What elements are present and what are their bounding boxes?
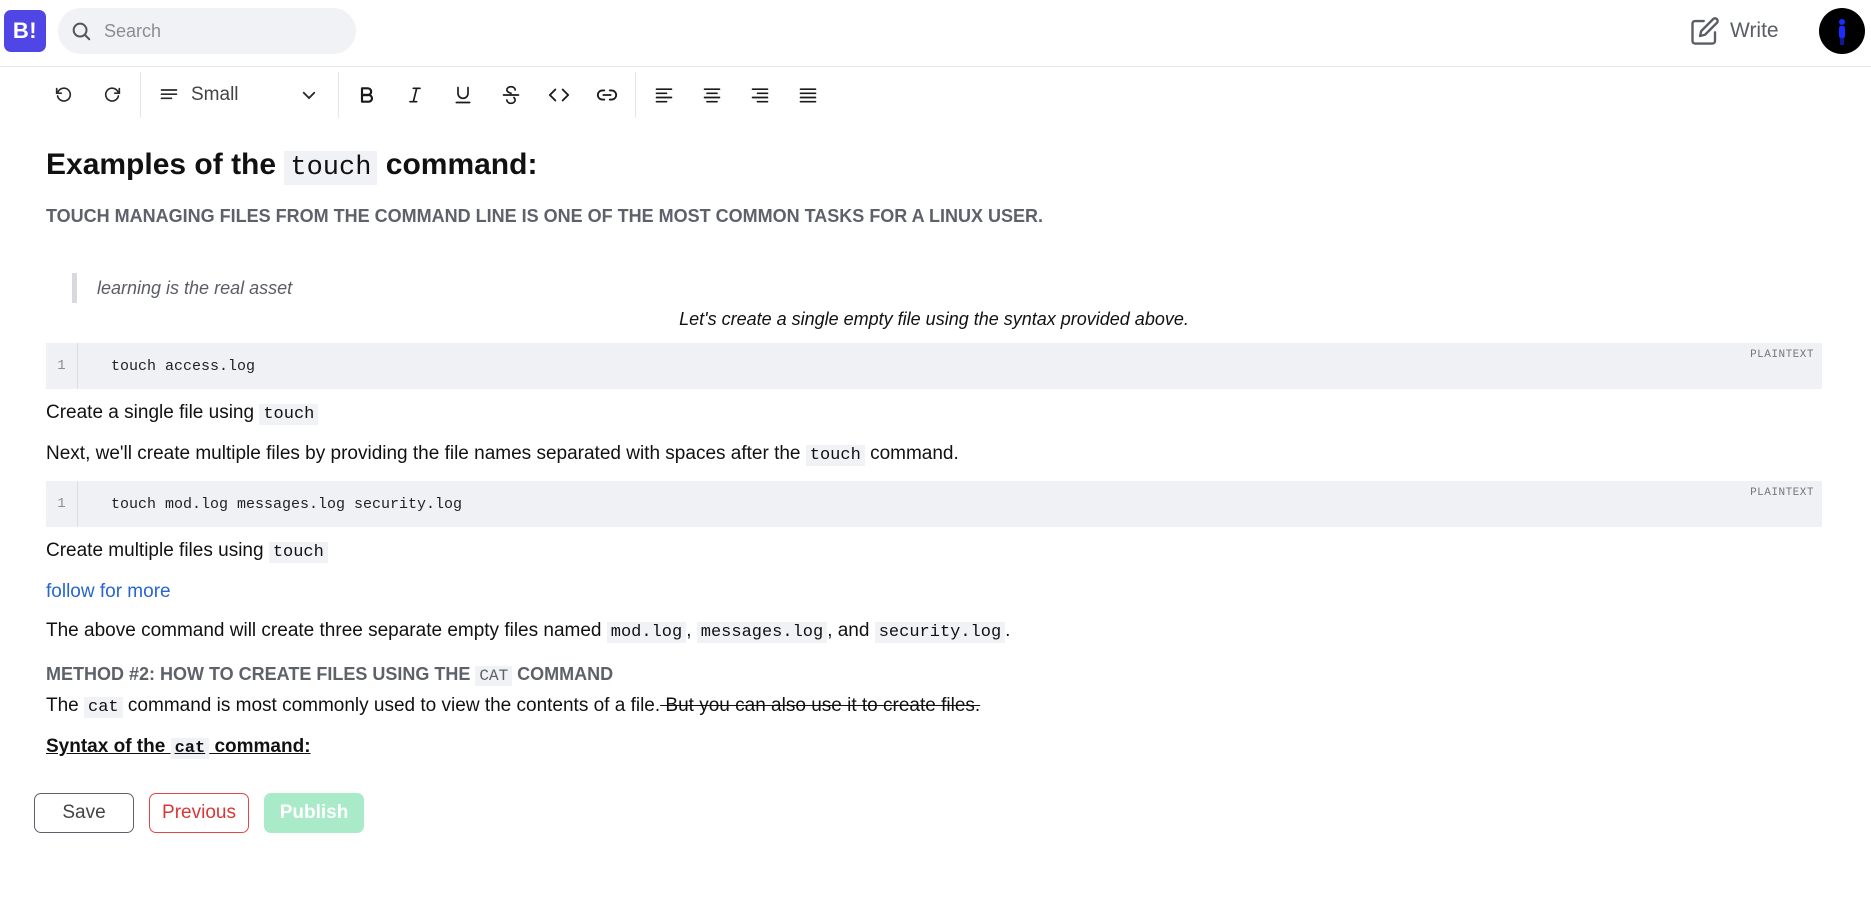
method-heading: METHOD #2: HOW TO CREATE FILES USING THE… — [46, 662, 1822, 688]
paragraph-size-icon — [160, 89, 178, 100]
syntax-heading-text: command: — [209, 736, 311, 757]
redo-button[interactable] — [88, 71, 136, 119]
search-box[interactable] — [58, 8, 356, 54]
previous-button[interactable]: Previous — [149, 793, 249, 833]
syntax-heading-text: Syntax of the — [46, 736, 171, 757]
align-justify-icon — [799, 88, 817, 103]
underline-button[interactable] — [439, 71, 487, 119]
inline-code: CAT — [475, 666, 513, 686]
write-label: Write — [1730, 19, 1779, 42]
undo-icon — [55, 87, 72, 102]
heading-text: command: — [377, 148, 538, 181]
paragraph-text: The — [46, 695, 85, 716]
align-right-icon — [751, 88, 769, 103]
user-avatar[interactable] — [1819, 8, 1865, 54]
paragraph-text: command is most commonly used to view th… — [122, 695, 661, 716]
centered-italic-text: Let's create a single empty file using t… — [679, 309, 1189, 329]
paragraph-text: Next, we'll create multiple files by pro… — [46, 443, 806, 464]
align-center-icon — [703, 88, 721, 103]
inline-code: touch — [805, 445, 865, 466]
link-button[interactable] — [583, 71, 631, 119]
code-block[interactable]: 1 touch access.log PLAINTEXT — [46, 343, 1822, 389]
follow-link[interactable]: follow for more — [46, 581, 171, 602]
line-number: 1 — [46, 481, 78, 527]
strikethrough-button[interactable] — [487, 71, 535, 119]
publish-button[interactable]: Publish — [264, 793, 364, 833]
app-logo[interactable]: B! — [4, 10, 46, 52]
paragraph-text: The above command will create three sepa… — [46, 620, 607, 641]
italic-button[interactable] — [391, 71, 439, 119]
inline-code: cat — [170, 738, 210, 759]
code-icon — [548, 88, 570, 102]
code-language-label: PLAINTEXT — [1750, 349, 1814, 361]
heading-inline-code: touch — [284, 151, 378, 185]
code-block[interactable]: 1 touch mod.log messages.log security.lo… — [46, 481, 1822, 527]
toolbar-divider — [338, 72, 339, 118]
inline-code: touch — [259, 404, 319, 425]
line-number: 1 — [46, 343, 78, 389]
paragraph: follow for more — [46, 580, 1822, 604]
method-heading-text: METHOD #2: HOW TO CREATE FILES USING THE — [46, 664, 476, 684]
bold-icon — [360, 87, 373, 103]
write-button[interactable]: Write — [1690, 12, 1779, 50]
blockquote: learning is the real asset — [72, 273, 1822, 303]
avatar-figure-icon — [1839, 19, 1845, 45]
inline-code: cat — [84, 697, 123, 718]
editor-toolbar: Small — [40, 70, 832, 120]
code-language-label: PLAINTEXT — [1750, 487, 1814, 499]
heading: Examples of the touch command: — [46, 140, 1822, 190]
toolbar-divider — [140, 72, 141, 118]
align-center-button[interactable] — [688, 71, 736, 119]
method-heading-text: COMMAND — [512, 664, 614, 684]
strikethrough-icon — [502, 85, 520, 105]
undo-button[interactable] — [40, 71, 88, 119]
paragraph: Create multiple files using touch — [46, 539, 1822, 565]
align-justify-button[interactable] — [784, 71, 832, 119]
inline-code: touch — [268, 542, 328, 563]
italic-icon — [409, 87, 421, 103]
edit-icon — [1691, 17, 1719, 45]
paragraph: The cat command is most commonly used to… — [46, 694, 1822, 720]
link-icon — [596, 89, 618, 101]
editor-content[interactable]: Examples of the touch command: TOUCH MAN… — [46, 140, 1822, 761]
paragraph: Next, we'll create multiple files by pro… — [46, 442, 1822, 468]
strikethrough-text: But you can also use it to create files. — [660, 695, 981, 716]
text-size-value: Small — [191, 84, 239, 105]
heading-text: Examples of the — [46, 148, 285, 181]
paragraph-text: , and — [827, 620, 875, 641]
chevron-down-icon — [302, 91, 316, 100]
top-bar: B! Write — [0, 0, 1871, 67]
paragraph-text: , — [686, 620, 697, 641]
paragraph: The above command will create three sepa… — [46, 619, 1822, 645]
paragraph: Create a single file using touch — [46, 401, 1822, 427]
bold-button[interactable] — [343, 71, 391, 119]
search-icon — [72, 22, 91, 41]
underline-icon — [455, 86, 471, 104]
paragraph-text: . — [1005, 620, 1011, 641]
paragraph-text: Create multiple files using — [46, 540, 269, 561]
align-right-button[interactable] — [736, 71, 784, 119]
inline-code: mod.log — [606, 622, 687, 643]
inline-code: security.log — [874, 622, 1006, 643]
redo-icon — [104, 87, 121, 102]
align-left-button[interactable] — [640, 71, 688, 119]
inline-code: messages.log — [696, 622, 828, 643]
code-line: touch access.log — [111, 357, 256, 375]
syntax-heading: Syntax of the cat command: — [46, 735, 1822, 761]
code-line: touch mod.log messages.log security.log — [111, 495, 463, 513]
save-button[interactable]: Save — [34, 793, 134, 833]
subheading: TOUCH MANAGING FILES FROM THE COMMAND LI… — [46, 206, 1043, 226]
code-button[interactable] — [535, 71, 583, 119]
search-input[interactable] — [102, 19, 336, 43]
paragraph-text: Create a single file using — [46, 402, 260, 423]
text-size-select[interactable]: Small — [145, 71, 334, 119]
toolbar-divider — [635, 72, 636, 118]
paragraph-text: command. — [864, 443, 959, 464]
align-left-icon — [655, 88, 673, 103]
